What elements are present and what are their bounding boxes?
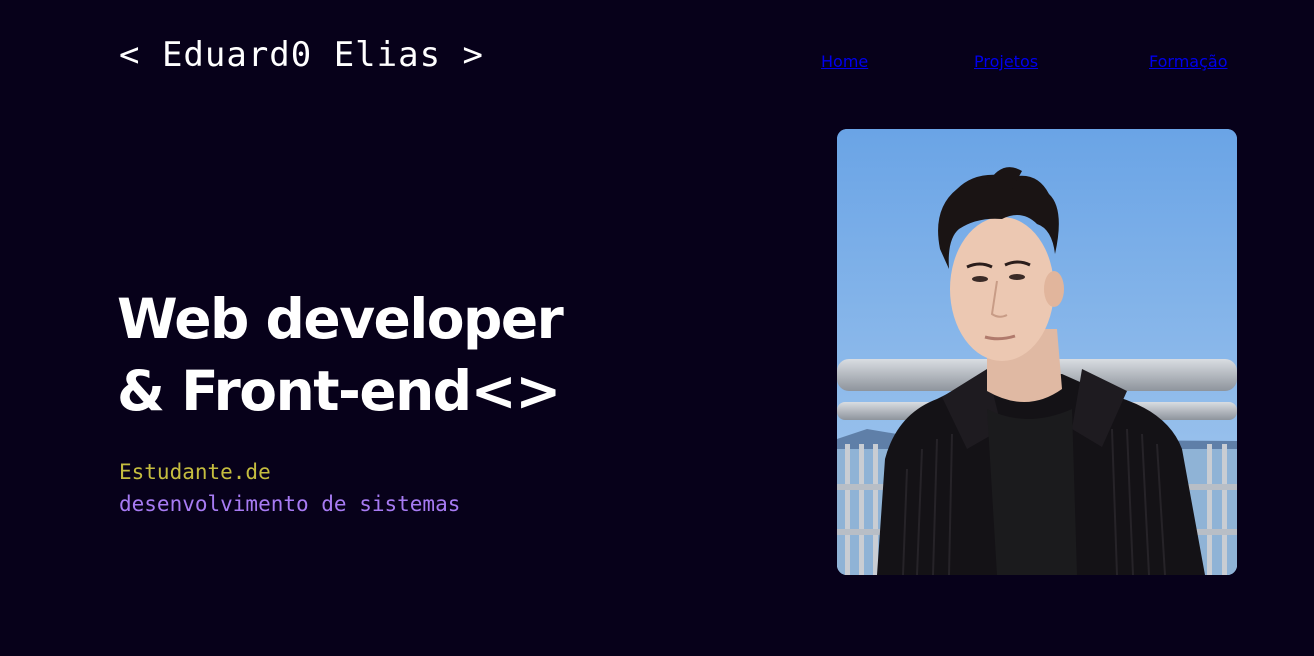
hero-subtitle-line1: Estudante.de — [119, 460, 271, 484]
hero-subtitle: Estudante.de desenvolvimento de sistemas — [119, 456, 460, 520]
nav-link-home[interactable]: Home — [821, 52, 868, 71]
profile-photo — [837, 129, 1237, 575]
hero-headline: Web developer & Front-end<> — [117, 283, 564, 427]
nav-link-formacao[interactable]: Formação — [1149, 52, 1228, 71]
hero-headline-line1: Web developer — [117, 287, 564, 351]
site-logo[interactable]: < Eduard0 Elias > — [119, 35, 484, 75]
hero-subtitle-line2: desenvolvimento de sistemas — [119, 492, 461, 516]
nav-link-projetos[interactable]: Projetos — [974, 52, 1038, 71]
hero-headline-line2: & Front-end<> — [117, 359, 561, 423]
